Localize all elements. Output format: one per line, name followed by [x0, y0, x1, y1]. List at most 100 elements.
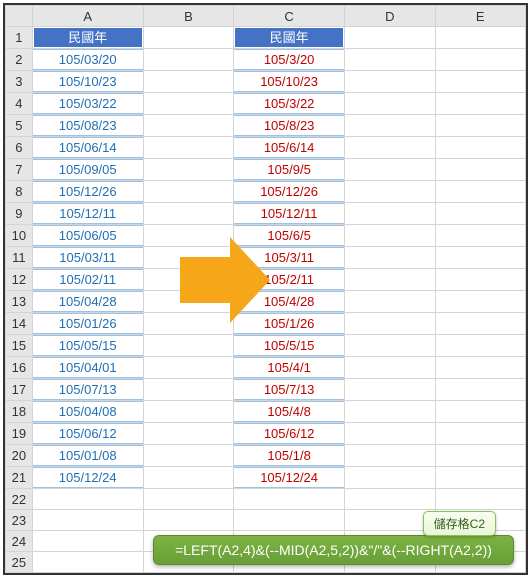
- cell-B1[interactable]: [143, 27, 233, 49]
- cell-D23[interactable]: [345, 510, 435, 531]
- row-header[interactable]: 6: [6, 137, 33, 159]
- col-header-C[interactable]: C: [234, 6, 345, 27]
- row-header[interactable]: 20: [6, 445, 33, 467]
- cell-C19[interactable]: 105/6/12: [234, 423, 345, 445]
- col-header-E[interactable]: E: [435, 6, 525, 27]
- cell-D21[interactable]: [345, 467, 435, 489]
- row-header[interactable]: 24: [6, 531, 33, 552]
- cell-E5[interactable]: [435, 115, 525, 137]
- cell-B20[interactable]: [143, 445, 233, 467]
- cell-B15[interactable]: [143, 335, 233, 357]
- row-header[interactable]: 19: [6, 423, 33, 445]
- cell-D2[interactable]: [345, 49, 435, 71]
- cell-E12[interactable]: [435, 269, 525, 291]
- cell-C1[interactable]: 民國年: [234, 27, 345, 49]
- cell-B6[interactable]: [143, 137, 233, 159]
- cell-C17[interactable]: 105/7/13: [234, 379, 345, 401]
- cell-D11[interactable]: [345, 247, 435, 269]
- cell-A22[interactable]: [32, 489, 143, 510]
- cell-C20[interactable]: 105/1/8: [234, 445, 345, 467]
- cell-E14[interactable]: [435, 313, 525, 335]
- cell-B16[interactable]: [143, 357, 233, 379]
- cell-A10[interactable]: 105/06/05: [32, 225, 143, 247]
- cell-E11[interactable]: [435, 247, 525, 269]
- cell-A3[interactable]: 105/10/23: [32, 71, 143, 93]
- cell-C23[interactable]: [234, 510, 345, 531]
- cell-D7[interactable]: [345, 159, 435, 181]
- cell-E2[interactable]: [435, 49, 525, 71]
- cell-C5[interactable]: 105/8/23: [234, 115, 345, 137]
- cell-A25[interactable]: [32, 552, 143, 573]
- cell-B10[interactable]: [143, 225, 233, 247]
- cell-A13[interactable]: 105/04/28: [32, 291, 143, 313]
- cell-D4[interactable]: [345, 93, 435, 115]
- cell-C14[interactable]: 105/1/26: [234, 313, 345, 335]
- cell-D3[interactable]: [345, 71, 435, 93]
- corner-cell[interactable]: [6, 6, 33, 27]
- cell-C18[interactable]: 105/4/8: [234, 401, 345, 423]
- row-header[interactable]: 3: [6, 71, 33, 93]
- cell-D17[interactable]: [345, 379, 435, 401]
- cell-A20[interactable]: 105/01/08: [32, 445, 143, 467]
- cell-B5[interactable]: [143, 115, 233, 137]
- cell-C6[interactable]: 105/6/14: [234, 137, 345, 159]
- cell-B11[interactable]: [143, 247, 233, 269]
- row-header[interactable]: 5: [6, 115, 33, 137]
- cell-A5[interactable]: 105/08/23: [32, 115, 143, 137]
- cell-D13[interactable]: [345, 291, 435, 313]
- cell-A18[interactable]: 105/04/08: [32, 401, 143, 423]
- cell-B23[interactable]: [143, 510, 233, 531]
- cell-E22[interactable]: [435, 489, 525, 510]
- cell-B2[interactable]: [143, 49, 233, 71]
- row-header[interactable]: 23: [6, 510, 33, 531]
- cell-C9[interactable]: 105/12/11: [234, 203, 345, 225]
- cell-A7[interactable]: 105/09/05: [32, 159, 143, 181]
- cell-D6[interactable]: [345, 137, 435, 159]
- cell-C3[interactable]: 105/10/23: [234, 71, 345, 93]
- row-header[interactable]: 15: [6, 335, 33, 357]
- cell-D10[interactable]: [345, 225, 435, 247]
- row-header[interactable]: 1: [6, 27, 33, 49]
- col-header-D[interactable]: D: [345, 6, 435, 27]
- row-header[interactable]: 25: [6, 552, 33, 573]
- cell-D22[interactable]: [345, 489, 435, 510]
- row-header[interactable]: 7: [6, 159, 33, 181]
- cell-C11[interactable]: 105/3/11: [234, 247, 345, 269]
- cell-E16[interactable]: [435, 357, 525, 379]
- cell-D9[interactable]: [345, 203, 435, 225]
- row-header[interactable]: 12: [6, 269, 33, 291]
- cell-D16[interactable]: [345, 357, 435, 379]
- cell-B18[interactable]: [143, 401, 233, 423]
- cell-E15[interactable]: [435, 335, 525, 357]
- cell-B4[interactable]: [143, 93, 233, 115]
- cell-E19[interactable]: [435, 423, 525, 445]
- cell-E20[interactable]: [435, 445, 525, 467]
- cell-B22[interactable]: [143, 489, 233, 510]
- cell-B7[interactable]: [143, 159, 233, 181]
- row-header[interactable]: 16: [6, 357, 33, 379]
- row-header[interactable]: 4: [6, 93, 33, 115]
- cell-B13[interactable]: [143, 291, 233, 313]
- cell-C7[interactable]: 105/9/5: [234, 159, 345, 181]
- cell-C8[interactable]: 105/12/26: [234, 181, 345, 203]
- cell-A12[interactable]: 105/02/11: [32, 269, 143, 291]
- cell-E18[interactable]: [435, 401, 525, 423]
- cell-E7[interactable]: [435, 159, 525, 181]
- cell-A6[interactable]: 105/06/14: [32, 137, 143, 159]
- cell-E8[interactable]: [435, 181, 525, 203]
- cell-A1[interactable]: 民國年: [32, 27, 143, 49]
- cell-E21[interactable]: [435, 467, 525, 489]
- cell-E3[interactable]: [435, 71, 525, 93]
- cell-A19[interactable]: 105/06/12: [32, 423, 143, 445]
- cell-C12[interactable]: 105/2/11: [234, 269, 345, 291]
- cell-D12[interactable]: [345, 269, 435, 291]
- cell-A24[interactable]: [32, 531, 143, 552]
- cell-E9[interactable]: [435, 203, 525, 225]
- row-header[interactable]: 22: [6, 489, 33, 510]
- cell-E4[interactable]: [435, 93, 525, 115]
- cell-C13[interactable]: 105/4/28: [234, 291, 345, 313]
- cell-B3[interactable]: [143, 71, 233, 93]
- row-header[interactable]: 2: [6, 49, 33, 71]
- row-header[interactable]: 21: [6, 467, 33, 489]
- cell-A11[interactable]: 105/03/11: [32, 247, 143, 269]
